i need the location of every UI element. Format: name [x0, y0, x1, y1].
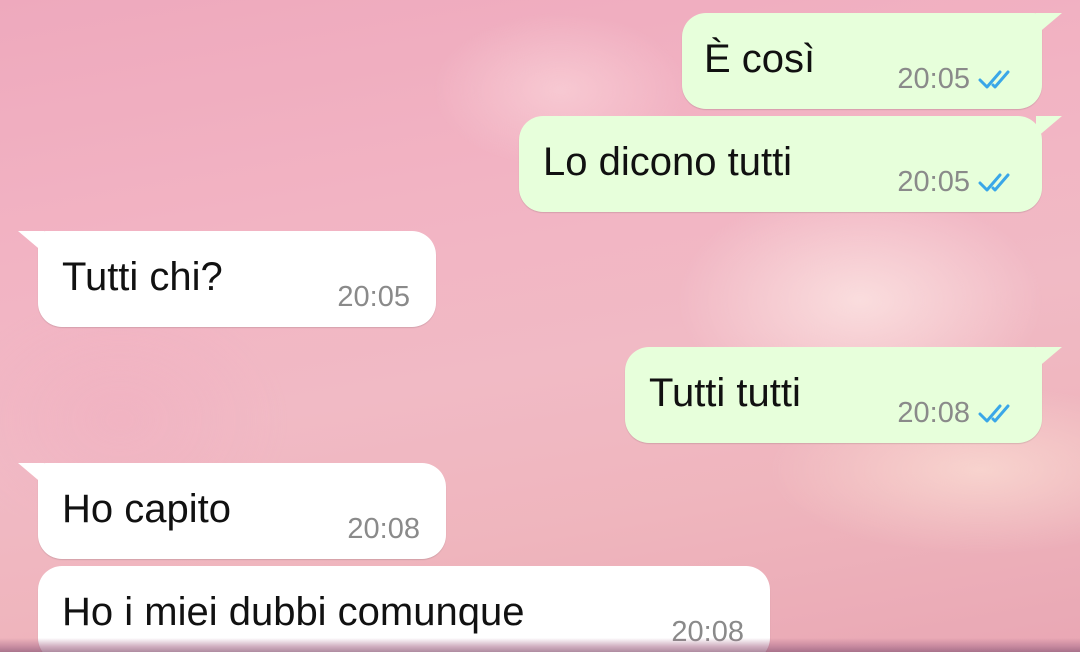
- read-double-check-icon: [978, 404, 1010, 423]
- message-text: Ho i miei dubbi comunque: [62, 590, 525, 634]
- message-meta: 20:05: [897, 166, 1020, 198]
- read-double-check-icon: [978, 70, 1010, 89]
- message-text: Tutti tutti: [649, 371, 801, 415]
- message-meta: 20:05: [897, 63, 1020, 95]
- message-text: Lo dicono tutti: [543, 140, 793, 184]
- message-meta: 20:08: [347, 513, 420, 545]
- background-horizon: [0, 638, 1080, 652]
- message-meta: 20:08: [897, 397, 1020, 429]
- message-bubble-outgoing[interactable]: Lo dicono tutti 20:05: [519, 116, 1062, 212]
- chat-background: È così 20:05 Lo dicono tutti 20:05 Tutti…: [0, 0, 1080, 652]
- message-bubble-incoming[interactable]: Tutti chi? 20:05: [18, 231, 436, 327]
- message-timestamp: 20:05: [337, 281, 410, 313]
- message-timestamp: 20:05: [897, 63, 970, 95]
- message-meta: 20:05: [337, 281, 410, 313]
- message-timestamp: 20:05: [897, 166, 970, 198]
- message-timestamp: 20:08: [897, 397, 970, 429]
- message-text: Tutti chi?: [62, 255, 223, 299]
- message-timestamp: 20:08: [347, 513, 420, 545]
- message-bubble-outgoing[interactable]: È così 20:05: [682, 13, 1062, 109]
- read-double-check-icon: [978, 173, 1010, 192]
- message-bubble-outgoing[interactable]: Tutti tutti 20:08: [625, 347, 1062, 443]
- message-text: Ho capito: [62, 487, 231, 531]
- message-bubble-incoming[interactable]: Ho capito 20:08: [18, 463, 446, 559]
- message-text: È così: [704, 37, 816, 81]
